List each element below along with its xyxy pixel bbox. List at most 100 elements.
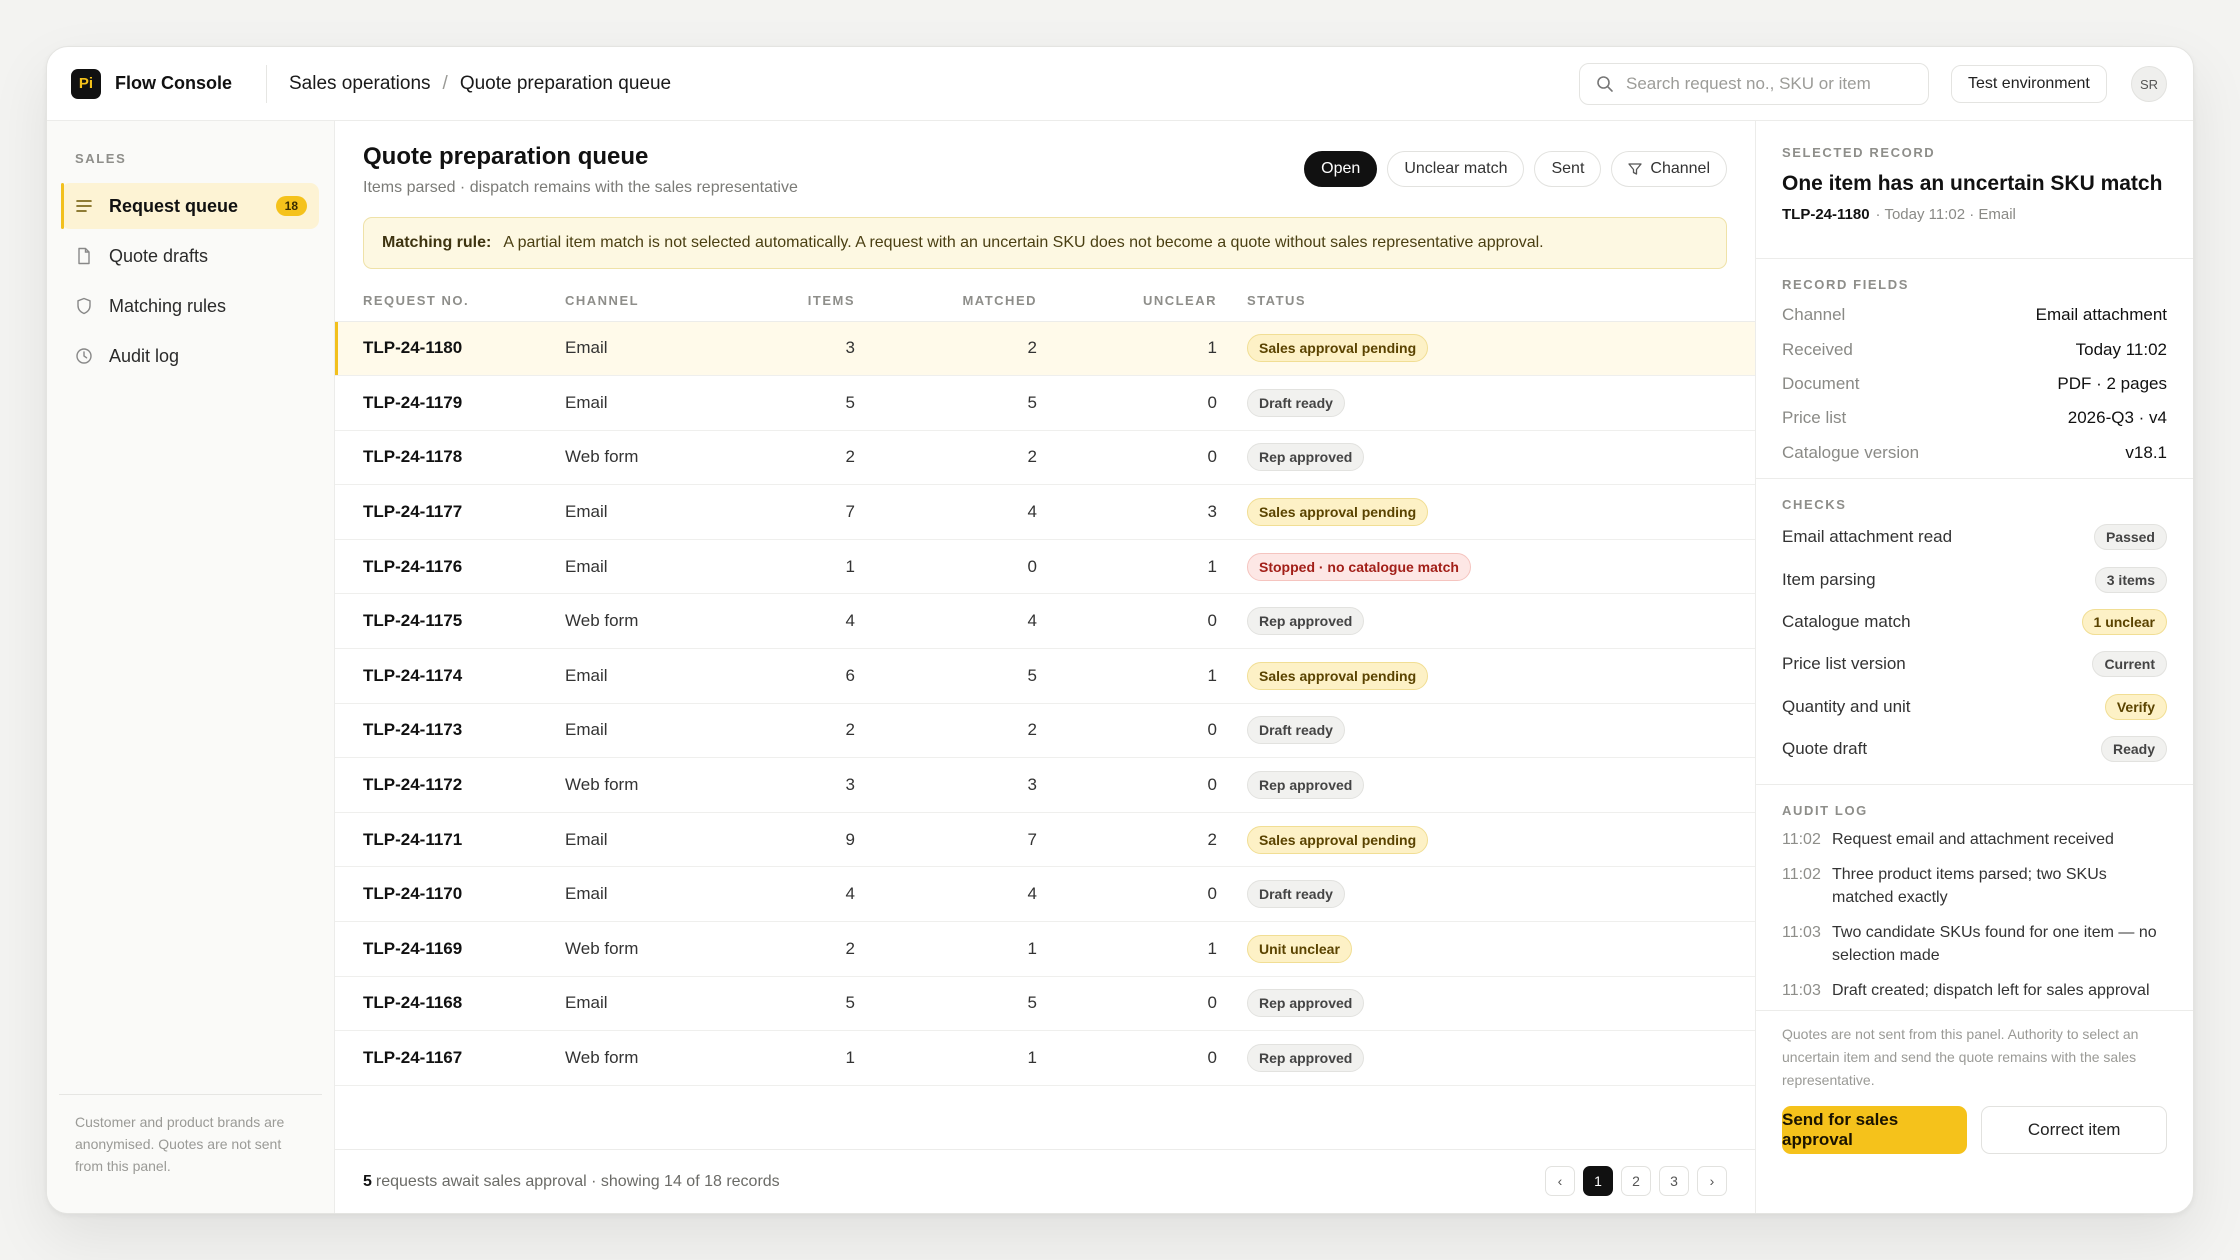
filter-sent[interactable]: Sent [1534,151,1602,187]
search-icon [1597,76,1613,92]
cell-request-no[interactable]: TLP-24-1170 [335,866,565,923]
sidebar-item-request-queue[interactable]: Request queue 18 [61,183,319,229]
cell-request-no[interactable]: TLP-24-1172 [335,757,565,813]
sidebar-nav: Request queue 18 Quote drafts Matching r… [61,183,319,383]
col-unclear[interactable]: UNCLEAR [1037,281,1217,322]
filter-channel[interactable]: Channel [1611,151,1727,187]
field-value: v18.1 [2125,442,2167,462]
cell-request-no[interactable]: TLP-24-1171 [335,812,565,868]
cell-request-no[interactable]: TLP-24-1177 [335,484,565,540]
table-row[interactable]: TLP-24-1178 Web form 2 2 0 Rep approved [335,430,1755,486]
table-row[interactable]: TLP-24-1174 Email 6 5 1 Sales approval pendin… [335,648,1755,704]
cell-matched: 4 [855,866,1037,923]
status-badge: Sales approval pending [1247,825,1429,854]
status-badge: Stopped · no catalogue match [1247,552,1471,581]
col-items[interactable]: ITEMS [765,281,855,322]
avatar[interactable]: SR [2131,66,2167,102]
table-row[interactable]: TLP-24-1180 Email 3 2 1 Sales approval pendin… [335,321,1755,377]
audit-log: AUDIT LOG 11:02 Request email and attachm… [1756,785,2193,1011]
search-box[interactable] [1579,63,1929,105]
page-3-button[interactable]: 3 [1659,1166,1689,1196]
search-input[interactable] [1626,74,1896,94]
cell-request-no[interactable]: TLP-24-1179 [335,375,565,431]
table-row[interactable]: TLP-24-1172 Web form 3 3 0 Rep approved [335,757,1755,813]
document-icon [78,247,90,265]
record-meta: TLP-24-1180 · Today 11:02 · Email [1782,206,2167,223]
send-for-approval-button[interactable]: Send for sales approval [1782,1106,1968,1154]
table-row[interactable]: TLP-24-1171 Email 9 7 2 Sales approval pendin… [335,812,1755,868]
sidebar-item-quote-drafts[interactable]: Quote drafts [61,233,319,279]
cell-matched: 2 [855,321,1037,377]
check-label: Email attachment read [1782,527,1953,547]
col-status[interactable]: STATUS [1247,281,1755,322]
cell-request-no[interactable]: TLP-24-1173 [335,703,565,759]
table-row[interactable]: TLP-24-1176 Email 1 0 1 Stopped · no catalogu… [335,539,1755,595]
cell-matched: 5 [855,976,1037,1032]
cell-items: 7 [765,484,855,540]
audit-time: 11:02 [1782,831,1821,848]
sidebar-item-audit-log[interactable]: Audit log [61,333,319,379]
cell-matched: 2 [855,430,1037,486]
cell-request-no[interactable]: TLP-24-1180 [335,321,565,377]
correct-item-button[interactable]: Correct item [1981,1106,2167,1154]
cell-request-no[interactable]: TLP-24-1169 [335,921,565,977]
table-row[interactable]: TLP-24-1168 Email 5 5 0 Rep approved [335,976,1755,1032]
status-badge: Rep approved [1247,443,1365,472]
table-row[interactable]: TLP-24-1169 Web form 2 1 1 Unit unclear [335,921,1755,977]
table-row[interactable]: TLP-24-1177 Email 7 4 3 Sales approval pendin… [335,484,1755,540]
audit-entry: 11:03 Two candidate SKUs found for one it… [1782,921,2167,967]
next-page-button[interactable]: › [1697,1166,1727,1196]
cell-request-no[interactable]: TLP-24-1176 [335,539,565,595]
field-value: Email attachment [2035,305,2167,325]
table-row[interactable]: TLP-24-1179 Email 5 5 0 Draft ready [335,375,1755,431]
cell-request-no[interactable]: TLP-24-1174 [335,648,565,704]
cell-channel: Email [565,812,765,868]
cell-matched: 2 [855,703,1037,759]
field-value: 2026-Q3 · v4 [2067,408,2167,428]
cell-request-no[interactable]: TLP-24-1178 [335,430,565,486]
col-channel[interactable]: CHANNEL [565,281,765,322]
cell-unclear: 1 [1037,321,1217,377]
cell-unclear: 0 [1037,757,1217,813]
cell-status: Draft ready [1247,866,1755,923]
cell-channel: Web form [565,593,765,650]
record-received: · Today 11:02 · Email [1875,206,2016,223]
cell-items: 2 [765,430,855,486]
col-request-no[interactable]: REQUEST NO. [335,281,565,322]
cell-request-no[interactable]: TLP-24-1168 [335,976,565,1032]
col-matched[interactable]: MATCHED [855,281,1037,322]
prev-page-button[interactable]: ‹ [1545,1166,1575,1196]
field-label: Channel [1782,305,1846,325]
sidebar-item-matching-rules[interactable]: Matching rules [61,283,319,329]
audit-entry: 11:02 Three product items parsed; two SKU… [1782,863,2167,909]
check-row: Catalogue match 1 unclear [1782,601,2167,643]
cell-unclear: 0 [1037,976,1217,1032]
record-summary: SELECTED RECORD One item has an uncertai… [1756,121,2193,259]
cell-unclear: 2 [1037,812,1217,868]
check-label: Price list version [1782,654,1906,674]
request-table: REQUEST NO. CHANNEL ITEMS MATCHED UNCLEA… [335,281,1755,1086]
page-1-button[interactable]: 1 [1583,1166,1613,1196]
environment-button[interactable]: Test environment [1951,65,2107,103]
filter-open[interactable]: Open [1304,151,1378,187]
table-row[interactable]: TLP-24-1167 Web form 1 1 0 Rep approved [335,1030,1755,1086]
filter-unclear-match[interactable]: Unclear match [1387,151,1525,187]
cell-unclear: 0 [1037,866,1217,923]
cell-status: Rep approved [1247,976,1755,1032]
check-label: Catalogue match [1782,611,1911,631]
divider [266,64,267,103]
field-value: Today 11:02 [2075,339,2167,359]
cell-request-no[interactable]: TLP-24-1175 [335,593,565,650]
page-2-button[interactable]: 2 [1621,1166,1651,1196]
cell-matched: 4 [855,593,1037,650]
cell-unclear: 1 [1037,921,1217,977]
cell-request-no[interactable]: TLP-24-1167 [335,1030,565,1086]
table-row[interactable]: TLP-24-1170 Email 4 4 0 Draft ready [335,866,1755,923]
table-header: REQUEST NO. CHANNEL ITEMS MATCHED UNCLEA… [335,281,1755,322]
table-row[interactable]: TLP-24-1175 Web form 4 4 0 Rep approved [335,593,1755,650]
cell-unclear: 0 [1037,703,1217,759]
detail-actions: Quotes are not sent from this panel. Aut… [1782,1011,2167,1213]
checks: CHECKS Email attachment read Passed Item p… [1756,479,2193,785]
breadcrumb-sales-operations[interactable]: Sales operations [289,73,431,95]
table-row[interactable]: TLP-24-1173 Email 2 2 0 Draft ready [335,703,1755,759]
